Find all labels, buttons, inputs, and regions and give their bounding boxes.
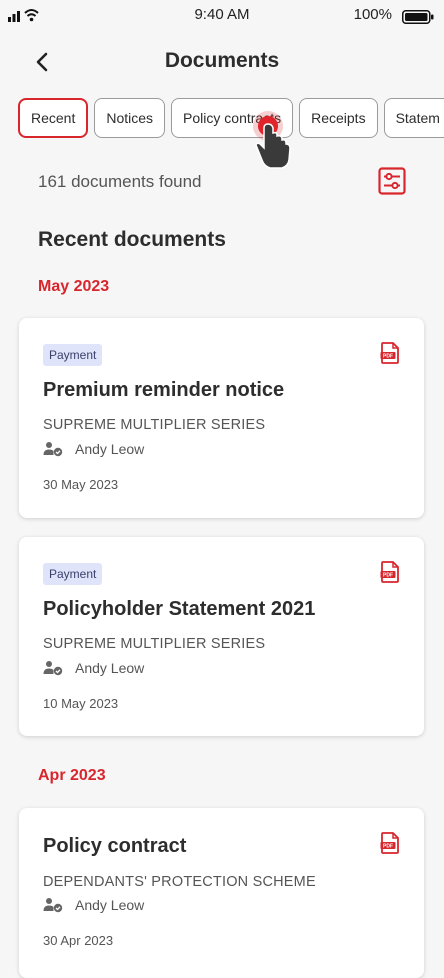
page-title: Documents <box>164 49 280 72</box>
status-bar: 9:40 AM 100% <box>0 0 444 34</box>
document-title: Policyholder Statement 2021 <box>43 598 316 620</box>
filter-chip-statements[interactable]: Statem <box>383 98 444 138</box>
owner-row: Andy Leow <box>43 441 144 457</box>
document-date: 30 Apr 2023 <box>43 933 114 948</box>
filter-chip-receipts[interactable]: Receipts <box>299 98 378 138</box>
document-date: 30 May 2023 <box>43 477 119 492</box>
owner-name: Andy Leow <box>75 660 145 676</box>
filter-chip-notices[interactable]: Notices <box>94 98 166 138</box>
person-shield-icon <box>43 661 63 676</box>
pdf-icon[interactable]: PDF <box>380 561 400 583</box>
document-card[interactable]: Payment PDF Premium reminder notice SUPR… <box>19 318 424 518</box>
document-card[interactable]: Payment PDF Policyholder Statement 2021 … <box>19 537 424 736</box>
category-badge: Payment <box>43 563 103 585</box>
owner-name: Andy Leow <box>75 441 145 457</box>
svg-text:PDF: PDF <box>383 354 393 360</box>
documents-count: 161 documents found <box>38 172 202 191</box>
document-card[interactable]: PDF Policy contract DEPENDANTS' PROTECTI… <box>19 808 424 978</box>
plan-name: DEPENDANTS' PROTECTION SCHEME <box>43 874 316 890</box>
category-badge: Payment <box>43 344 103 366</box>
document-title: Premium reminder notice <box>43 379 285 401</box>
filter-chip-bar[interactable]: Recent Notices Policy contracts Receipts Sta… <box>18 98 444 140</box>
battery-icon <box>402 10 434 24</box>
section-title: Recent documents <box>38 228 226 251</box>
person-shield-icon <box>43 442 63 457</box>
battery-percent: 100% <box>353 6 392 23</box>
plan-name: SUPREME MULTIPLIER SERIES <box>43 417 266 433</box>
filter-button[interactable] <box>378 167 406 195</box>
month-label-may-2023: May 2023 <box>38 278 110 295</box>
header: Documents <box>0 40 444 84</box>
plan-name: SUPREME MULTIPLIER SERIES <box>43 636 266 652</box>
filter-icon <box>378 167 406 195</box>
svg-text:PDF: PDF <box>383 573 393 579</box>
document-title: Policy contract <box>43 835 187 857</box>
document-date: 10 May 2023 <box>43 696 119 711</box>
filter-chip-recent[interactable]: Recent <box>18 98 89 138</box>
tap-hand-icon <box>253 111 291 169</box>
pdf-icon[interactable]: PDF <box>380 832 400 854</box>
owner-row: Andy Leow <box>43 660 144 676</box>
month-label-apr-2023: Apr 2023 <box>38 767 106 784</box>
svg-text:PDF: PDF <box>383 844 393 850</box>
owner-name: Andy Leow <box>75 897 145 913</box>
pdf-icon[interactable]: PDF <box>380 342 400 364</box>
person-shield-icon <box>43 898 63 913</box>
owner-row: Andy Leow <box>43 897 144 913</box>
